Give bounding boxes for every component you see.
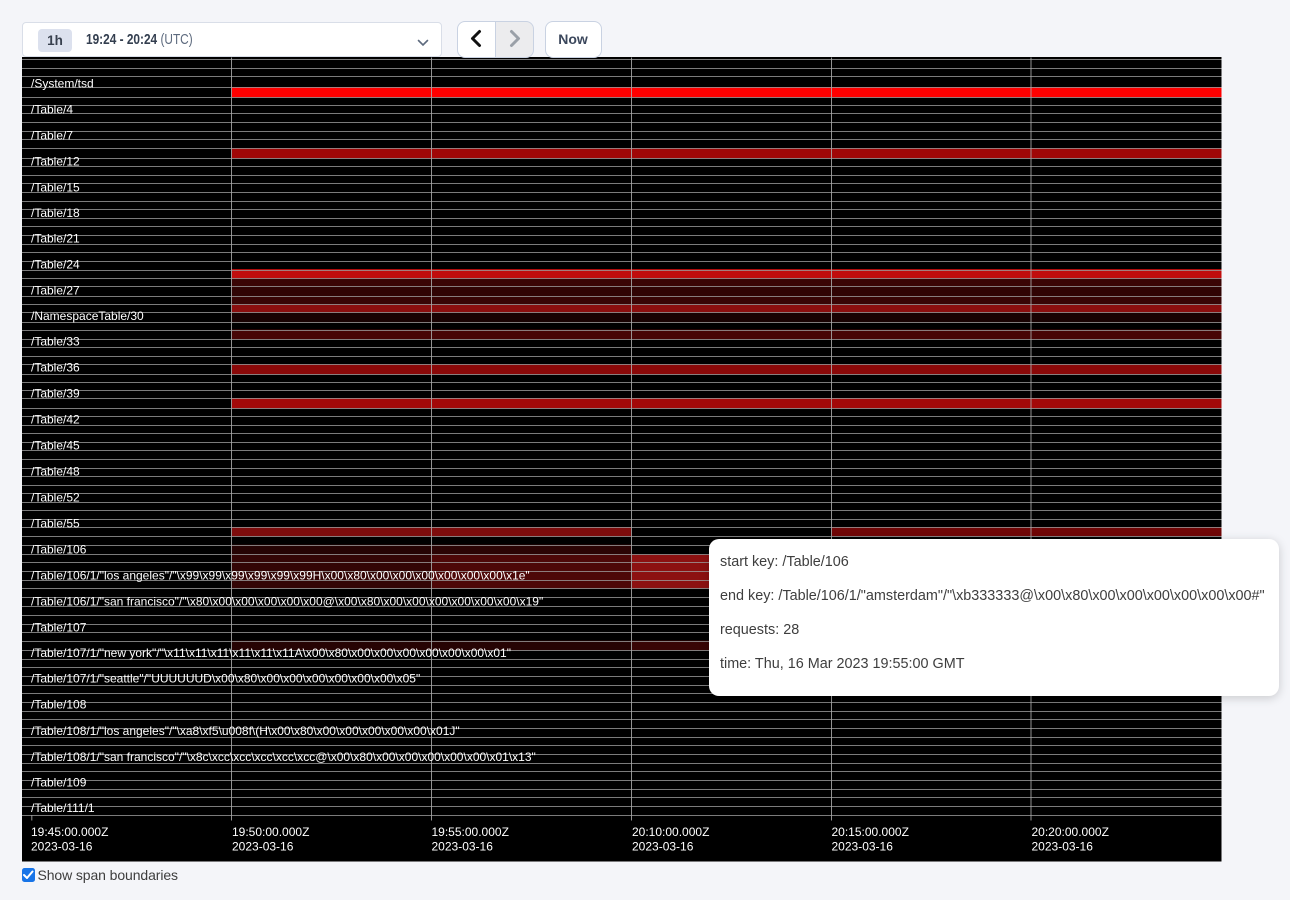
- svg-text:2023-03-16: 2023-03-16: [632, 840, 694, 854]
- svg-text:/Table/33: /Table/33: [31, 335, 80, 349]
- svg-text:/System/tsd: /System/tsd: [31, 77, 94, 91]
- svg-text:/Table/106/1/"san francisco"/": /Table/106/1/"san francisco"/"\x80\x00\x…: [31, 595, 543, 609]
- svg-text:/Table/15: /Table/15: [31, 181, 80, 195]
- svg-text:20:10:00.000Z: 20:10:00.000Z: [632, 825, 709, 839]
- svg-text:/Table/106: /Table/106: [31, 543, 87, 557]
- svg-text:/Table/18: /Table/18: [31, 206, 80, 220]
- svg-text:/Table/109: /Table/109: [31, 776, 87, 790]
- svg-text:/Table/36: /Table/36: [31, 361, 80, 375]
- svg-text:/Table/4: /Table/4: [31, 103, 73, 117]
- svg-text:2023-03-16: 2023-03-16: [432, 840, 494, 854]
- svg-text:/Table/39: /Table/39: [31, 387, 80, 401]
- svg-text:2023-03-16: 2023-03-16: [232, 840, 294, 854]
- svg-text:19:50:00.000Z: 19:50:00.000Z: [232, 825, 309, 839]
- svg-text:/Table/12: /Table/12: [31, 155, 80, 169]
- svg-text:/Table/52: /Table/52: [31, 491, 80, 505]
- svg-text:19:45:00.000Z: 19:45:00.000Z: [31, 825, 108, 839]
- svg-text:/Table/27: /Table/27: [31, 284, 80, 298]
- svg-text:/Table/24: /Table/24: [31, 258, 80, 272]
- svg-text:/Table/108/1/"san francisco"/": /Table/108/1/"san francisco"/"\x8c\xcc\x…: [31, 750, 536, 764]
- svg-text:/Table/111/1: /Table/111/1: [31, 801, 95, 815]
- svg-text:/Table/7: /Table/7: [31, 129, 73, 143]
- svg-text:2023-03-16: 2023-03-16: [832, 840, 894, 854]
- svg-text:/Table/45: /Table/45: [31, 439, 80, 453]
- svg-text:/NamespaceTable/30: /NamespaceTable/30: [31, 309, 144, 323]
- svg-text:/Table/55: /Table/55: [31, 517, 80, 531]
- svg-text:2023-03-16: 2023-03-16: [1032, 840, 1094, 854]
- svg-text:/Table/21: /Table/21: [31, 232, 80, 246]
- svg-text:20:20:00.000Z: 20:20:00.000Z: [1032, 825, 1109, 839]
- svg-text:/Table/106/1/"los angeles"/"\x: /Table/106/1/"los angeles"/"\x99\x99\x99…: [31, 569, 530, 583]
- svg-text:20:15:00.000Z: 20:15:00.000Z: [832, 825, 909, 839]
- svg-text:2023-03-16: 2023-03-16: [31, 840, 93, 854]
- svg-text:/Table/108/1/"los angeles"/"\x: /Table/108/1/"los angeles"/"\xa8\xf5\u00…: [31, 724, 460, 738]
- svg-text:/Table/107/1/"new york"/"\x11\: /Table/107/1/"new york"/"\x11\x11\x11\x1…: [31, 646, 511, 660]
- svg-text:/Table/42: /Table/42: [31, 413, 80, 427]
- svg-text:/Table/107/1/"seattle"/"UUUUUU: /Table/107/1/"seattle"/"UUUUUUD\x00\x80\…: [31, 672, 420, 686]
- svg-text:19:55:00.000Z: 19:55:00.000Z: [432, 825, 509, 839]
- svg-text:/Table/48: /Table/48: [31, 465, 80, 479]
- svg-text:/Table/107: /Table/107: [31, 621, 87, 635]
- svg-text:/Table/108: /Table/108: [31, 698, 87, 712]
